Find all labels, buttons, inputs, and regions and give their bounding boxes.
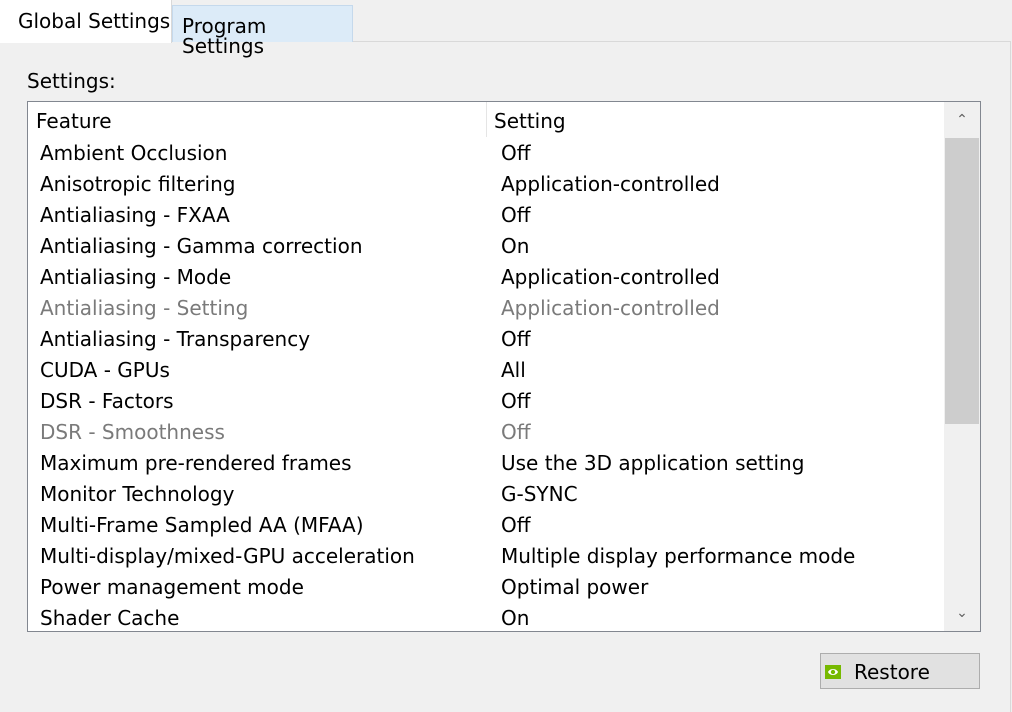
table-row[interactable]: Antialiasing - FXAA Off <box>28 199 944 230</box>
setting-cell: Application-controlled <box>501 265 720 289</box>
table-row[interactable]: Shader Cache On <box>28 602 944 631</box>
column-header-setting[interactable]: Setting <box>494 109 566 133</box>
table-row[interactable]: Antialiasing - Setting Application-contro… <box>28 292 944 323</box>
tab-global-settings[interactable]: Global Settings <box>0 0 172 43</box>
setting-cell: Use the 3D application setting <box>501 451 805 475</box>
table-row[interactable]: Antialiasing - Transparency Off <box>28 323 944 354</box>
feature-cell: Monitor Technology <box>40 482 235 506</box>
table-row[interactable]: DSR - Factors Off <box>28 385 944 416</box>
feature-cell: Maximum pre-rendered frames <box>40 451 352 475</box>
feature-cell: Multi-display/mixed-GPU acceleration <box>40 544 415 568</box>
feature-cell: Antialiasing - FXAA <box>40 203 230 227</box>
feature-cell: DSR - Smoothness <box>40 420 225 444</box>
vertical-scrollbar[interactable]: ⌃ ⌄ <box>944 102 980 631</box>
setting-cell: All <box>501 358 526 382</box>
feature-cell: Multi-Frame Sampled AA (MFAA) <box>40 513 364 537</box>
table-row[interactable]: Multi-display/mixed-GPU acceleration Mult… <box>28 540 944 571</box>
feature-cell: CUDA - GPUs <box>40 358 170 382</box>
settings-label: Settings: <box>27 69 116 93</box>
setting-cell: Off <box>501 141 531 165</box>
feature-cell: DSR - Factors <box>40 389 174 413</box>
feature-cell: Antialiasing - Setting <box>40 296 249 320</box>
table-row[interactable]: Maximum pre-rendered frames Use the 3D ap… <box>28 447 944 478</box>
setting-cell: Off <box>501 389 531 413</box>
tab-program-settings[interactable]: Program Settings <box>172 5 353 56</box>
column-divider[interactable] <box>486 102 487 137</box>
feature-cell: Antialiasing - Transparency <box>40 327 311 351</box>
setting-cell: Off <box>501 513 531 537</box>
column-header-feature[interactable]: Feature <box>36 109 112 133</box>
feature-cell: Anisotropic filtering <box>40 172 236 196</box>
list-rows: Ambient Occlusion Off Anisotropic filterin… <box>28 137 944 631</box>
chevron-down-icon[interactable]: ⌄ <box>944 595 980 631</box>
table-row[interactable]: Multi-Frame Sampled AA (MFAA) Off <box>28 509 944 540</box>
settings-panel: Settings: Feature Setting Ambient Occlus… <box>0 41 1011 712</box>
setting-cell: Off <box>501 203 531 227</box>
nvidia-logo-icon <box>825 665 841 679</box>
setting-cell: Off <box>501 420 531 444</box>
settings-list[interactable]: Feature Setting Ambient Occlusion Off Anis… <box>27 101 981 632</box>
table-row[interactable]: Monitor Technology G-SYNC <box>28 478 944 509</box>
table-row[interactable]: Antialiasing - Mode Application-controlle… <box>28 261 944 292</box>
feature-cell: Antialiasing - Mode <box>40 265 232 289</box>
tab-program-settings-label: Program Settings <box>182 14 267 58</box>
setting-cell: Optimal power <box>501 575 649 599</box>
setting-cell: Application-controlled <box>501 296 720 320</box>
setting-cell: On <box>501 234 530 258</box>
setting-cell: Multiple display performance mode <box>501 544 856 568</box>
tab-strip: Global Settings Program Settings <box>0 0 1012 56</box>
table-row[interactable]: Anisotropic filtering Application-control… <box>28 168 944 199</box>
setting-cell: On <box>501 606 530 630</box>
table-row[interactable]: DSR - Smoothness Off <box>28 416 944 447</box>
list-header: Feature Setting <box>28 102 944 137</box>
tab-global-settings-label: Global Settings <box>18 9 171 33</box>
chevron-up-icon[interactable]: ⌃ <box>944 102 980 138</box>
restore-button-label: Restore <box>854 660 930 684</box>
restore-button[interactable]: Restore <box>820 653 980 689</box>
setting-cell: Application-controlled <box>501 172 720 196</box>
table-row[interactable]: Ambient Occlusion Off <box>28 137 944 168</box>
table-row[interactable]: CUDA - GPUs All <box>28 354 944 385</box>
feature-cell: Antialiasing - Gamma correction <box>40 234 363 258</box>
setting-cell: G-SYNC <box>501 482 578 506</box>
feature-cell: Ambient Occlusion <box>40 141 228 165</box>
feature-cell: Power management mode <box>40 575 304 599</box>
table-row[interactable]: Power management mode Optimal power <box>28 571 944 602</box>
feature-cell: Shader Cache <box>40 606 180 630</box>
scrollbar-thumb[interactable] <box>945 138 979 424</box>
table-row[interactable]: Antialiasing - Gamma correction On <box>28 230 944 261</box>
setting-cell: Off <box>501 327 531 351</box>
